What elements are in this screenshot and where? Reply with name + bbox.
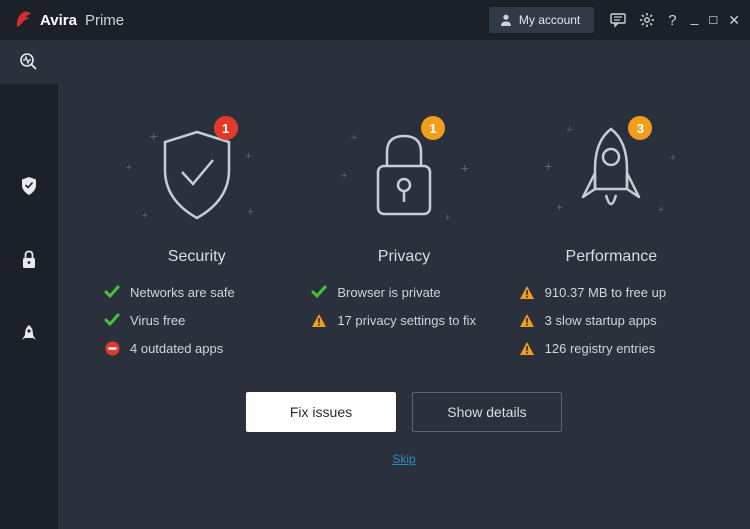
block-icon	[104, 340, 120, 356]
shield-outline-icon	[157, 128, 237, 223]
security-badge: 1	[214, 116, 238, 140]
status-row: Virus free	[104, 312, 289, 328]
warn-icon	[311, 312, 327, 328]
maximize-button[interactable]: ☐	[708, 14, 718, 27]
warn-icon	[519, 312, 535, 328]
privacy-badge: 1	[421, 116, 445, 140]
status-row: 3 slow startup apps	[519, 312, 704, 328]
title-icons: ?	[610, 12, 676, 29]
brand-suffix: Prime	[85, 12, 124, 29]
sidebar-item-privacy[interactable]	[0, 238, 58, 282]
help-icon[interactable]: ?	[668, 12, 676, 29]
settings-icon[interactable]	[639, 12, 655, 28]
action-buttons: Fix issues Show details	[98, 392, 710, 432]
sidebar-item-security[interactable]	[0, 164, 58, 208]
close-button[interactable]: ✕	[728, 12, 740, 29]
security-status-list: Networks are safe Virus free 4 outdated …	[98, 284, 295, 356]
lock-outline-icon	[369, 130, 439, 220]
performance-hero: + + + + + 3	[536, 110, 686, 240]
privacy-hero: + + + + + 1	[329, 110, 479, 240]
warn-icon	[519, 284, 535, 300]
summary-panels: + + + + + 1 Security Networks are safe	[98, 110, 710, 356]
title-bar: Avira Prime My account ? _ ☐	[0, 0, 750, 40]
ok-icon	[311, 284, 327, 300]
status-row: Browser is private	[311, 284, 496, 300]
my-account-button[interactable]: My account	[489, 7, 594, 33]
lock-icon	[21, 250, 37, 270]
security-hero: + + + + + 1	[122, 110, 272, 240]
minimize-button[interactable]: _	[691, 9, 699, 25]
performance-title: Performance	[566, 248, 658, 266]
fix-issues-button[interactable]: Fix issues	[246, 392, 396, 432]
user-icon	[499, 13, 513, 27]
ok-icon	[104, 312, 120, 328]
rocket-icon	[20, 324, 38, 344]
warn-icon	[519, 340, 535, 356]
skip-link[interactable]: Skip	[392, 452, 415, 466]
sidebar-item-status[interactable]	[0, 40, 58, 84]
panel-privacy: + + + + + 1 Privacy	[305, 110, 502, 356]
sidebar	[0, 40, 58, 529]
status-row: 17 privacy settings to fix	[311, 312, 496, 328]
sidebar-item-performance[interactable]	[0, 312, 58, 356]
feedback-icon[interactable]	[610, 12, 626, 28]
pulse-search-icon	[19, 52, 39, 72]
avira-logo-icon	[14, 10, 34, 30]
status-row: 4 outdated apps	[104, 340, 289, 356]
rocket-outline-icon	[571, 125, 651, 225]
performance-status-list: 910.37 MB to free up 3 slow startup apps…	[513, 284, 710, 356]
my-account-label: My account	[519, 13, 580, 27]
dashboard-content: + + + + + 1 Security Networks are safe	[58, 40, 750, 529]
privacy-title: Privacy	[378, 248, 430, 266]
show-details-button[interactable]: Show details	[412, 392, 562, 432]
window-controls: _ ☐ ✕	[691, 12, 740, 29]
status-row: 910.37 MB to free up	[519, 284, 704, 300]
brand-name: Avira	[40, 12, 77, 29]
status-row: Networks are safe	[104, 284, 289, 300]
privacy-status-list: Browser is private 17 privacy settings t…	[305, 284, 502, 328]
app-logo: Avira Prime	[14, 10, 124, 30]
shield-icon	[20, 176, 38, 196]
security-title: Security	[168, 248, 226, 266]
ok-icon	[104, 284, 120, 300]
skip-row: Skip	[98, 450, 710, 468]
panel-security: + + + + + 1 Security Networks are safe	[98, 110, 295, 356]
status-row: 126 registry entries	[519, 340, 704, 356]
panel-performance: + + + + + 3 Performance	[513, 110, 710, 356]
